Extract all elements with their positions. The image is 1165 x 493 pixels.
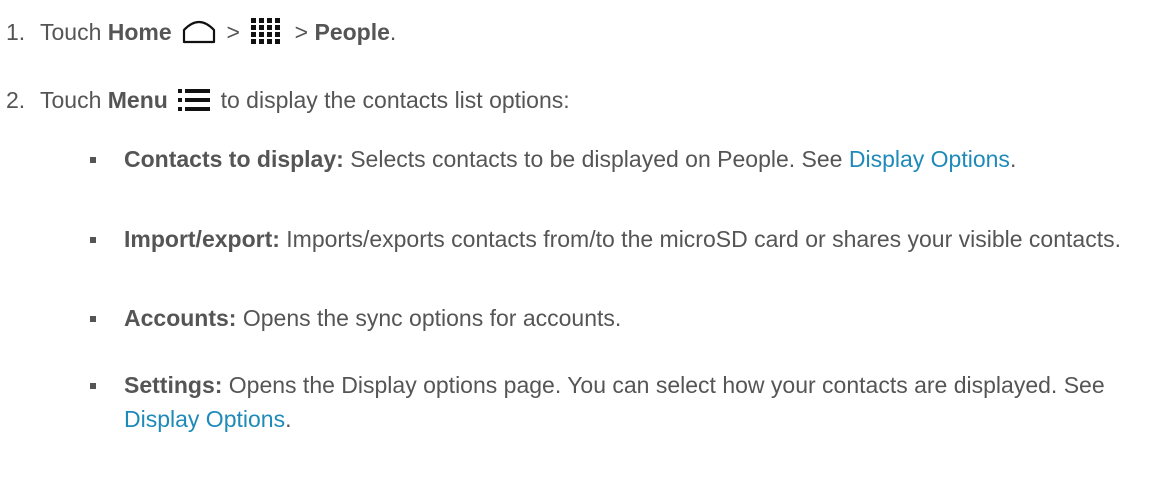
option-label: Import/export:	[124, 226, 280, 252]
step-verb: Touch	[40, 87, 102, 113]
option-contacts-to-display: Contacts to display: Selects contacts to…	[124, 142, 1154, 176]
step-number: 2.	[6, 87, 26, 113]
step-number: 1.	[6, 19, 26, 45]
display-options-link[interactable]: Display Options	[124, 406, 285, 432]
menu-label: Menu	[107, 87, 168, 113]
step-text: Touch Menu to display the contacts list …	[40, 83, 570, 117]
option-label: Accounts:	[124, 305, 237, 331]
display-options-link[interactable]: Display Options	[849, 146, 1010, 172]
bullet-icon	[90, 383, 96, 389]
option-description: Opens the Display options page. You can …	[228, 372, 1105, 398]
separator: >	[226, 19, 240, 45]
option-settings: Settings: Opens the Display options page…	[124, 368, 1154, 436]
bullet-icon	[90, 316, 96, 322]
home-outline-icon	[182, 18, 216, 44]
punctuation: .	[285, 406, 292, 432]
home-label: Home	[107, 19, 172, 45]
option-import-export: Import/export: Imports/exports contacts …	[124, 222, 1154, 256]
bullet-icon	[90, 237, 96, 243]
option-accounts: Accounts: Opens the sync options for acc…	[124, 301, 1154, 335]
option-description: Opens the sync options for accounts.	[242, 305, 622, 331]
document-page: 1. Touch Home > > People. 2. Touch Menu …	[0, 0, 1165, 493]
step-text: Touch Home > > People.	[40, 15, 396, 49]
option-description: Imports/exports contacts from/to the mic…	[286, 226, 1121, 252]
option-label: Settings:	[124, 372, 223, 398]
separator: >	[294, 19, 309, 45]
people-label: People	[314, 19, 390, 45]
step-verb: Touch	[40, 19, 102, 45]
step-description: to display the contacts list options:	[220, 87, 570, 113]
option-description: Selects contacts to be displayed on Peop…	[350, 146, 843, 172]
bullet-icon	[90, 157, 96, 163]
option-label: Contacts to display:	[124, 146, 344, 172]
menu-lines-icon	[178, 87, 211, 111]
punctuation: .	[389, 19, 397, 45]
punctuation: .	[1009, 146, 1017, 172]
app-grid-icon	[250, 17, 284, 45]
